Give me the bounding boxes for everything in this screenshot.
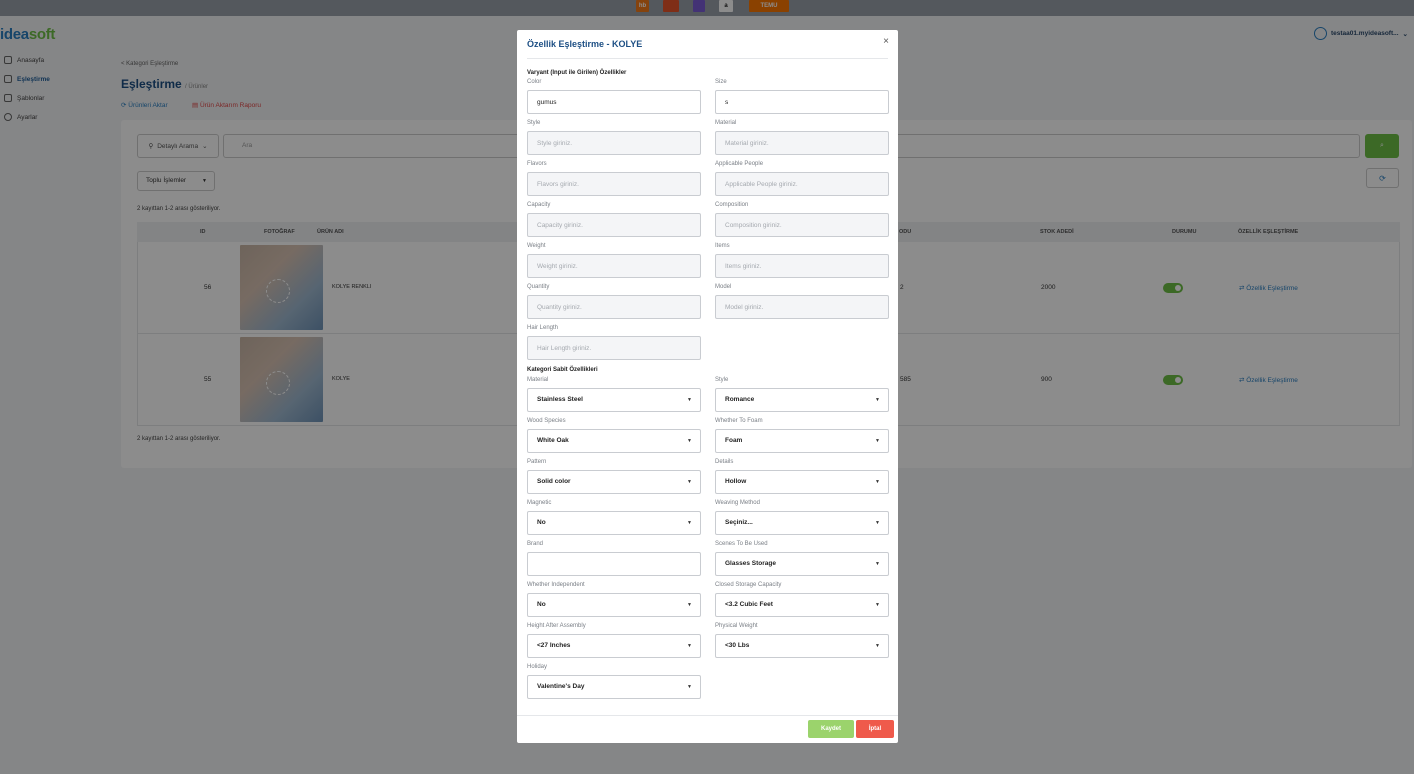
caret-down-icon: ▼ (875, 602, 880, 608)
field-label: Style (715, 377, 729, 383)
caret-down-icon: ▼ (687, 520, 692, 526)
field-label: Material (527, 377, 549, 383)
color-input[interactable] (527, 90, 701, 114)
field-label: Size (715, 79, 727, 85)
field-label: Flavors (527, 161, 547, 167)
select-value: <3.2 Cubic Feet (725, 601, 773, 608)
field-label: Composition (715, 202, 749, 208)
field-label: Brand (527, 541, 544, 547)
field-label: Items (715, 243, 730, 249)
caret-down-icon: ▼ (875, 561, 880, 567)
weaving-method-select[interactable]: Seçiniz... ▼ (715, 511, 889, 535)
select-value: Seçiniz... (725, 519, 753, 526)
height-after-assembly-select[interactable]: <27 Inches ▼ (527, 634, 701, 658)
hair-length-input[interactable] (527, 336, 701, 360)
field-label: Color (527, 79, 542, 85)
select-value: Glasses Storage (725, 560, 776, 567)
modal-title: Özellik Eşleştirme - KOLYE (527, 39, 643, 49)
field-label: Magnetic (527, 500, 552, 506)
style-select[interactable]: Romance ▼ (715, 388, 889, 412)
caret-down-icon: ▼ (687, 397, 692, 403)
scenes-to-be-used-select[interactable]: Glasses Storage ▼ (715, 552, 889, 576)
material-input[interactable] (715, 131, 889, 155)
field-label: Physical Weight (715, 623, 758, 629)
property-matching-modal: Özellik Eşleştirme - KOLYE × Varyant (In… (517, 30, 898, 743)
select-value: Stainless Steel (537, 396, 583, 403)
field-label: Weight (527, 243, 546, 249)
field-label: Model (715, 284, 732, 290)
caret-down-icon: ▼ (687, 602, 692, 608)
size-input[interactable] (715, 90, 889, 114)
field-label: Scenes To Be Used (715, 541, 768, 547)
details-select[interactable]: Hollow ▼ (715, 470, 889, 494)
select-value: Valentine's Day (537, 683, 585, 690)
caret-down-icon: ▼ (687, 438, 692, 444)
field-label: Quantity (527, 284, 550, 290)
caret-down-icon: ▼ (875, 397, 880, 403)
field-label: Material (715, 120, 737, 126)
holiday-select[interactable]: Valentine's Day ▼ (527, 675, 701, 699)
header-divider (527, 58, 888, 59)
caret-down-icon: ▼ (875, 479, 880, 485)
field-label: Details (715, 459, 734, 465)
wood-species-select[interactable]: White Oak ▼ (527, 429, 701, 453)
select-value: Foam (725, 437, 743, 444)
select-value: <30 Lbs (725, 642, 750, 649)
caret-down-icon: ▼ (875, 438, 880, 444)
caret-down-icon: ▼ (687, 643, 692, 649)
material-select[interactable]: Stainless Steel ▼ (527, 388, 701, 412)
footer-divider (517, 715, 898, 716)
field-label: Height After Assembly (527, 623, 586, 629)
capacity-input[interactable] (527, 213, 701, 237)
select-value: Hollow (725, 478, 747, 485)
applicable-people-input[interactable] (715, 172, 889, 196)
field-label: Capacity (527, 202, 551, 208)
select-value: No (537, 601, 546, 608)
select-value: Romance (725, 396, 755, 403)
select-value: White Oak (537, 437, 569, 444)
closed-storage-capacity-select[interactable]: <3.2 Cubic Feet ▼ (715, 593, 889, 617)
fixed-section-title: Kategori Sabit Özellikleri (527, 367, 598, 373)
physical-weight-select[interactable]: <30 Lbs ▼ (715, 634, 889, 658)
magnetic-select[interactable]: No ▼ (527, 511, 701, 535)
caret-down-icon: ▼ (687, 479, 692, 485)
field-label: Pattern (527, 459, 547, 465)
field-label: Whether Independent (527, 582, 585, 588)
select-value: No (537, 519, 546, 526)
weight-input[interactable] (527, 254, 701, 278)
close-icon[interactable]: × (883, 36, 889, 47)
select-value: <27 Inches (537, 642, 571, 649)
pattern-select[interactable]: Solid color ▼ (527, 470, 701, 494)
cancel-button[interactable]: İptal (856, 720, 894, 738)
select-value: Solid color (537, 478, 571, 485)
field-label: Whether To Foam (715, 418, 763, 424)
save-button[interactable]: Kaydet (808, 720, 854, 738)
field-label: Style (527, 120, 541, 126)
caret-down-icon: ▼ (875, 643, 880, 649)
items-input[interactable] (715, 254, 889, 278)
whether-to-foam-select[interactable]: Foam ▼ (715, 429, 889, 453)
composition-input[interactable] (715, 213, 889, 237)
field-label: Wood Species (527, 418, 566, 424)
style-input[interactable] (527, 131, 701, 155)
caret-down-icon: ▼ (687, 684, 692, 690)
brand-input[interactable] (527, 552, 701, 576)
whether-independent-select[interactable]: No ▼ (527, 593, 701, 617)
field-label: Applicable People (715, 161, 764, 167)
field-label: Weaving Method (715, 500, 760, 506)
model-input[interactable] (715, 295, 889, 319)
field-label: Closed Storage Capacity (715, 582, 782, 588)
flavors-input[interactable] (527, 172, 701, 196)
field-label: Holiday (527, 664, 548, 670)
quantity-input[interactable] (527, 295, 701, 319)
variant-section-title: Varyant (Input ile Girilen) Özellikler (527, 70, 627, 76)
caret-down-icon: ▼ (875, 520, 880, 526)
field-label: Hair Length (527, 325, 559, 331)
